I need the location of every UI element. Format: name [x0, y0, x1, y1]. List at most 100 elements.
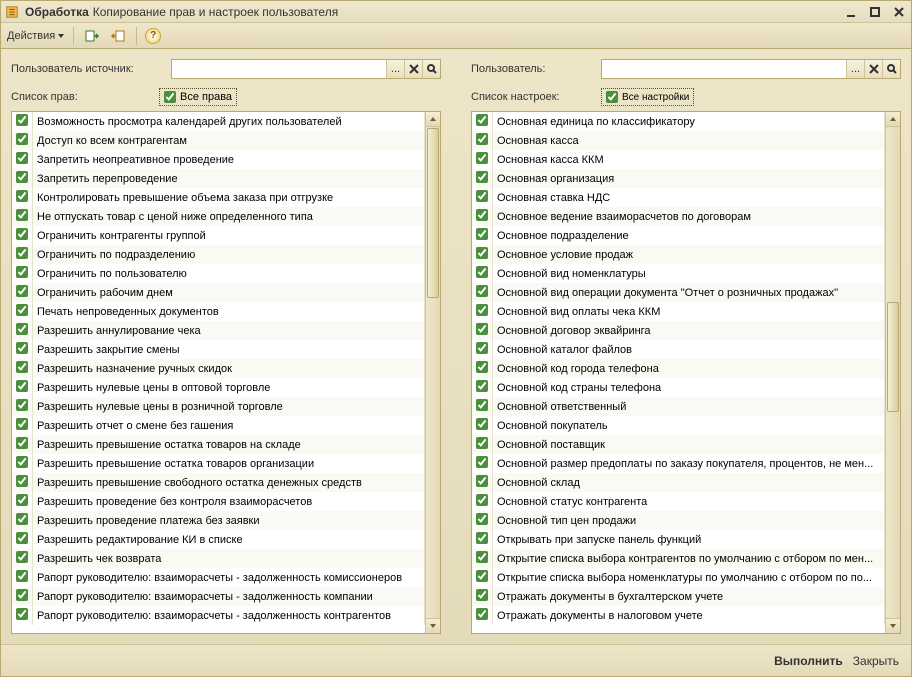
setting-item-check[interactable] [472, 302, 493, 321]
right-item-row[interactable]: Разрешить отчет о смене без гашения [12, 416, 425, 435]
right-item-check[interactable] [12, 549, 33, 568]
setting-item-row[interactable]: Основное условие продаж [472, 245, 885, 264]
right-item-check[interactable] [12, 131, 33, 150]
right-item-row[interactable]: Рапорт руководителю: взаиморасчеты - зад… [12, 606, 425, 625]
right-item-row[interactable]: Рапорт руководителю: взаиморасчеты - зад… [12, 568, 425, 587]
maximize-button[interactable] [867, 4, 883, 20]
setting-item-row[interactable]: Отражать документы в налоговом учете [472, 606, 885, 625]
setting-item-row[interactable]: Основной статус контрагента [472, 492, 885, 511]
execute-button[interactable]: Выполнить [774, 654, 843, 668]
right-item-row[interactable]: Контролировать превышение объема заказа … [12, 188, 425, 207]
right-item-row[interactable]: Разрешить аннулирование чека [12, 321, 425, 340]
setting-item-row[interactable]: Основная единица по классификатору [472, 112, 885, 131]
setting-item-check[interactable] [472, 549, 493, 568]
source-user-open-button[interactable] [422, 60, 440, 78]
right-item-check[interactable] [12, 378, 33, 397]
setting-item-row[interactable]: Основной тип цен продажи [472, 511, 885, 530]
setting-item-check[interactable] [472, 397, 493, 416]
right-item-check[interactable] [12, 112, 33, 131]
setting-item-row[interactable]: Основной вид операции документа "Отчет о… [472, 283, 885, 302]
right-item-row[interactable]: Доступ ко всем контрагентам [12, 131, 425, 150]
setting-item-row[interactable]: Основная организация [472, 169, 885, 188]
setting-item-check[interactable] [472, 416, 493, 435]
setting-item-check[interactable] [472, 169, 493, 188]
right-item-row[interactable]: Разрешить превышение остатка товаров на … [12, 435, 425, 454]
setting-item-check[interactable] [472, 435, 493, 454]
setting-item-check[interactable] [472, 359, 493, 378]
right-item-row[interactable]: Разрешить чек возврата [12, 549, 425, 568]
right-item-check[interactable] [12, 568, 33, 587]
right-item-row[interactable]: Разрешить нулевые цены в оптовой торговл… [12, 378, 425, 397]
right-item-check[interactable] [12, 245, 33, 264]
right-item-check[interactable] [12, 587, 33, 606]
setting-item-check[interactable] [472, 131, 493, 150]
right-item-row[interactable]: Разрешить нулевые цены в розничной торго… [12, 397, 425, 416]
rights-scroll-up[interactable] [426, 112, 440, 127]
source-user-select-button[interactable]: ... [386, 60, 404, 78]
right-item-check[interactable] [12, 530, 33, 549]
right-item-check[interactable] [12, 169, 33, 188]
setting-item-check[interactable] [472, 454, 493, 473]
target-user-input[interactable] [602, 60, 846, 78]
setting-item-row[interactable]: Основной ответственный [472, 397, 885, 416]
right-item-row[interactable]: Разрешить проведение платежа без заявки [12, 511, 425, 530]
right-item-check[interactable] [12, 264, 33, 283]
right-item-check[interactable] [12, 511, 33, 530]
setting-item-row[interactable]: Основная касса [472, 131, 885, 150]
right-item-row[interactable]: Разрешить превышение свободного остатка … [12, 473, 425, 492]
right-item-check[interactable] [12, 435, 33, 454]
setting-item-check[interactable] [472, 378, 493, 397]
setting-item-check[interactable] [472, 226, 493, 245]
right-item-row[interactable]: Запретить перепроведение [12, 169, 425, 188]
setting-item-row[interactable]: Основной каталог файлов [472, 340, 885, 359]
setting-item-row[interactable]: Основной склад [472, 473, 885, 492]
right-item-check[interactable] [12, 188, 33, 207]
target-user-clear-button[interactable] [864, 60, 882, 78]
right-item-row[interactable]: Ограничить по пользователю [12, 264, 425, 283]
right-item-row[interactable]: Ограничить по подразделению [12, 245, 425, 264]
setting-item-row[interactable]: Отражать документы в бухгалтерском учете [472, 587, 885, 606]
right-item-check[interactable] [12, 416, 33, 435]
copy-rights-button[interactable] [82, 26, 102, 46]
rights-scrollbar[interactable] [425, 112, 440, 633]
right-item-row[interactable]: Запретить неопреативное проведение [12, 150, 425, 169]
right-item-row[interactable]: Рапорт руководителю: взаиморасчеты - зад… [12, 587, 425, 606]
right-item-row[interactable]: Ограничить рабочим днем [12, 283, 425, 302]
right-item-row[interactable]: Разрешить редактирование КИ в списке [12, 530, 425, 549]
right-item-row[interactable]: Печать непроведенных документов [12, 302, 425, 321]
setting-item-check[interactable] [472, 340, 493, 359]
setting-item-row[interactable]: Основной поставщик [472, 435, 885, 454]
setting-item-row[interactable]: Основной вид номенклатуры [472, 264, 885, 283]
right-item-check[interactable] [12, 321, 33, 340]
right-item-row[interactable]: Возможность просмотра календарей других … [12, 112, 425, 131]
target-user-select-button[interactable]: ... [846, 60, 864, 78]
setting-item-row[interactable]: Основной договор эквайринга [472, 321, 885, 340]
rights-scroll-thumb[interactable] [427, 128, 439, 298]
right-item-row[interactable]: Не отпускать товар с ценой ниже определе… [12, 207, 425, 226]
setting-item-check[interactable] [472, 492, 493, 511]
setting-item-row[interactable]: Основной код города телефона [472, 359, 885, 378]
right-item-check[interactable] [12, 454, 33, 473]
help-button[interactable]: ? [145, 28, 161, 44]
setting-item-check[interactable] [472, 606, 493, 625]
right-item-check[interactable] [12, 473, 33, 492]
all-rights-checkbox[interactable]: Все права [159, 88, 237, 106]
rights-scroll-down[interactable] [426, 618, 440, 633]
setting-item-row[interactable]: Основное подразделение [472, 226, 885, 245]
right-item-check[interactable] [12, 492, 33, 511]
setting-item-check[interactable] [472, 188, 493, 207]
setting-item-check[interactable] [472, 245, 493, 264]
setting-item-row[interactable]: Открытие списка выбора номенклатуры по у… [472, 568, 885, 587]
right-item-check[interactable] [12, 340, 33, 359]
settings-scrollbar[interactable] [885, 112, 900, 633]
right-item-check[interactable] [12, 150, 33, 169]
right-item-row[interactable]: Разрешить проведение без контроля взаимо… [12, 492, 425, 511]
target-user-open-button[interactable] [882, 60, 900, 78]
actions-menu[interactable]: Действия [7, 30, 65, 42]
setting-item-check[interactable] [472, 530, 493, 549]
right-item-row[interactable]: Разрешить превышение остатка товаров орг… [12, 454, 425, 473]
right-item-check[interactable] [12, 302, 33, 321]
setting-item-check[interactable] [472, 207, 493, 226]
right-item-check[interactable] [12, 207, 33, 226]
close-footer-button[interactable]: Закрыть [853, 654, 899, 668]
